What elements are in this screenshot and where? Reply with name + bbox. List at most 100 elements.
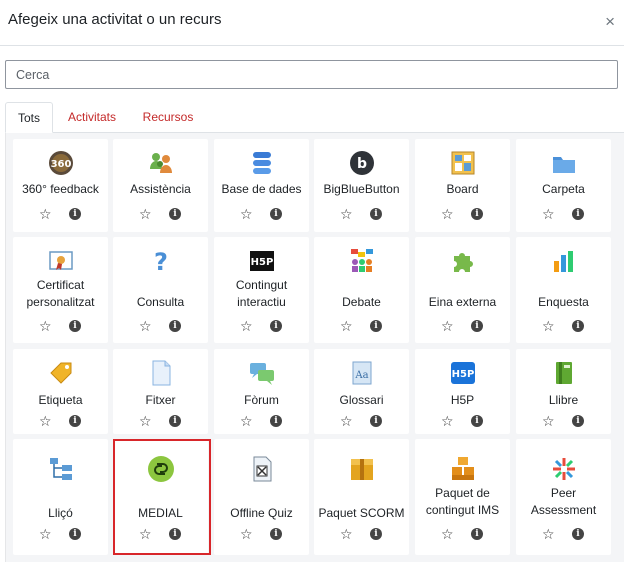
star-icon[interactable]: ☆ [441,414,454,428]
module-card-question[interactable]: ? Consulta ☆ i [113,237,208,343]
star-icon[interactable]: ☆ [39,207,52,221]
info-icon[interactable]: i [169,208,181,220]
star-icon[interactable]: ☆ [441,527,454,541]
module-card-medial[interactable]: MEDIAL ☆ i [113,439,208,555]
module-card-ims-package[interactable]: Paquet de contingut IMS ☆ i [415,439,510,555]
star-icon[interactable]: ☆ [340,319,353,333]
module-card-debate[interactable]: Debate ☆ i [314,237,409,343]
module-card-folder[interactable]: Carpeta ☆ i [516,139,611,232]
scorm-package-icon [348,455,376,483]
info-icon[interactable]: i [572,528,584,540]
file-icon [147,359,175,387]
info-icon[interactable]: i [69,320,81,332]
info-icon[interactable]: i [270,415,282,427]
module-label: Fòrum [244,393,279,407]
info-icon[interactable]: i [270,320,282,332]
module-card-360-feedback[interactable]: 360 360° feedback ☆ i [13,139,108,232]
star-icon[interactable]: ☆ [240,527,253,541]
module-label: Etiqueta [38,393,83,407]
star-icon[interactable]: ☆ [39,319,52,333]
module-card-glossary[interactable]: Aa Glossari ☆ i [314,349,409,434]
module-card-h5p-black[interactable]: H5P Contingut interactiu ☆ i [214,237,309,343]
star-icon[interactable]: ☆ [240,207,253,221]
close-icon[interactable]: × [605,13,615,30]
module-label: Base de dades [221,182,302,196]
star-icon[interactable]: ☆ [542,207,555,221]
tab-all[interactable]: Tots [5,102,53,133]
info-icon[interactable]: i [169,320,181,332]
folder-icon [550,149,578,177]
offline-quiz-icon [248,455,276,483]
module-label: 360° feedback [22,182,99,196]
module-card-scorm-package[interactable]: Paquet SCORM ☆ i [314,439,409,555]
search-input[interactable] [5,60,618,89]
module-card-certificate[interactable]: Certificat personalitzat ☆ i [13,237,108,343]
module-card-board[interactable]: Board ☆ i [415,139,510,232]
info-icon[interactable]: i [270,208,282,220]
module-label: Paquet SCORM [318,506,405,520]
module-label: H5P [450,393,475,407]
info-icon[interactable]: i [572,415,584,427]
svg-text:?: ? [154,248,168,275]
module-card-puzzle[interactable]: Eina externa ☆ i [415,237,510,343]
star-icon[interactable]: ☆ [39,527,52,541]
info-icon[interactable]: i [370,528,382,540]
info-icon[interactable]: i [471,320,483,332]
star-icon[interactable]: ☆ [139,527,152,541]
svg-text:Aa: Aa [354,370,368,381]
module-label: Enquesta [538,295,589,309]
svg-text:360: 360 [50,159,71,170]
svg-text:H5P: H5P [250,257,273,268]
module-card-lesson[interactable]: Lliçó ☆ i [13,439,108,555]
info-icon[interactable]: i [169,415,181,427]
database-icon [248,149,276,177]
star-icon[interactable]: ☆ [542,414,555,428]
info-icon[interactable]: i [169,528,181,540]
info-icon[interactable]: i [69,528,81,540]
info-icon[interactable]: i [370,208,382,220]
info-icon[interactable]: i [370,320,382,332]
module-card-offline-quiz[interactable]: Offline Quiz ☆ i [214,439,309,555]
module-card-h5p-blue[interactable]: H5P H5P ☆ i [415,349,510,434]
module-card-file[interactable]: Fitxer ☆ i [113,349,208,434]
module-label: Eina externa [428,295,497,309]
info-icon[interactable]: i [69,415,81,427]
module-label: Llibre [548,393,579,407]
module-label: Assistència [130,182,191,196]
module-label: Fitxer [145,393,176,407]
star-icon[interactable]: ☆ [340,527,353,541]
star-icon[interactable]: ☆ [340,414,353,428]
info-icon[interactable]: i [471,528,483,540]
star-icon[interactable]: ☆ [139,319,152,333]
module-card-peer-assessment[interactable]: Peer Assessment ☆ i [516,439,611,555]
star-icon[interactable]: ☆ [240,414,253,428]
star-icon[interactable]: ☆ [340,207,353,221]
tab-activities[interactable]: Activitats [61,102,123,133]
tab-resources[interactable]: Recursos [137,102,199,133]
star-icon[interactable]: ☆ [441,207,454,221]
module-card-forum[interactable]: Fòrum ☆ i [214,349,309,434]
info-icon[interactable]: i [370,415,382,427]
forum-icon [248,359,276,387]
module-card-tag[interactable]: Etiqueta ☆ i [13,349,108,434]
info-icon[interactable]: i [471,415,483,427]
star-icon[interactable]: ☆ [542,319,555,333]
info-icon[interactable]: i [270,528,282,540]
info-icon[interactable]: i [572,208,584,220]
module-card-book[interactable]: Llibre ☆ i [516,349,611,434]
module-card-bar-chart[interactable]: Enquesta ☆ i [516,237,611,343]
star-icon[interactable]: ☆ [542,527,555,541]
star-icon[interactable]: ☆ [240,319,253,333]
star-icon[interactable]: ☆ [441,319,454,333]
module-card-bigbluebutton[interactable]: b BigBlueButton ☆ i [314,139,409,232]
info-icon[interactable]: i [572,320,584,332]
certificate-icon [47,247,75,275]
star-icon[interactable]: ☆ [139,207,152,221]
book-icon [550,359,578,387]
module-card-database[interactable]: Base de dades ☆ i [214,139,309,232]
star-icon[interactable]: ☆ [139,414,152,428]
info-icon[interactable]: i [471,208,483,220]
module-card-attendance[interactable]: Assistència ☆ i [113,139,208,232]
info-icon[interactable]: i [69,208,81,220]
star-icon[interactable]: ☆ [39,414,52,428]
